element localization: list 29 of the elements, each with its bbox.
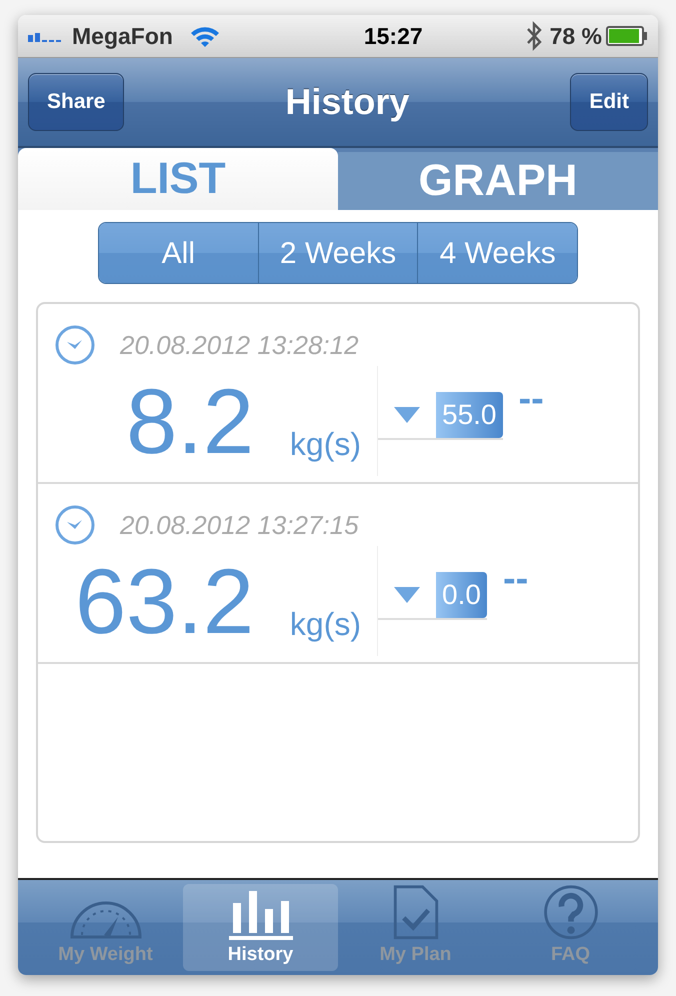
- clock-icon: [54, 504, 96, 546]
- entry-datetime: 20.08.2012 13:27:15: [120, 508, 359, 542]
- caret-down-icon[interactable]: [394, 587, 420, 603]
- filter-segment[interactable]: 2 Weeks: [258, 223, 418, 283]
- change-value: 55.0: [436, 392, 502, 438]
- entry-note: --: [518, 380, 544, 418]
- edit-button[interactable]: Edit: [570, 73, 648, 131]
- bluetooth-icon: [526, 21, 542, 51]
- weight-unit: kg(s): [290, 425, 361, 464]
- entry-note: --: [502, 560, 528, 598]
- view-tab[interactable]: GRAPH: [338, 152, 658, 210]
- tab-bar-item[interactable]: History: [183, 884, 338, 971]
- battery-icon: [606, 25, 648, 47]
- carrier-name: MegaFon: [72, 22, 173, 51]
- entry-datetime: 20.08.2012 13:28:12: [120, 328, 359, 362]
- clock-icon: [54, 324, 96, 366]
- view-tab[interactable]: LIST: [18, 148, 338, 210]
- change-value: 0.0: [436, 572, 487, 618]
- weight-value: 8.2: [125, 376, 254, 468]
- filter-segment[interactable]: 4 Weeks: [418, 223, 577, 283]
- battery-percent: 78 %: [550, 22, 602, 51]
- screen-title: History: [285, 80, 410, 124]
- filter-segment[interactable]: All: [99, 223, 259, 283]
- bar-chart-icon: [228, 890, 292, 940]
- status-time: 15:27: [362, 22, 423, 51]
- share-button[interactable]: Share: [28, 73, 124, 131]
- weight-unit: kg(s): [290, 605, 361, 644]
- weight-value: 63.2: [74, 556, 254, 648]
- caret-down-icon[interactable]: [394, 407, 420, 423]
